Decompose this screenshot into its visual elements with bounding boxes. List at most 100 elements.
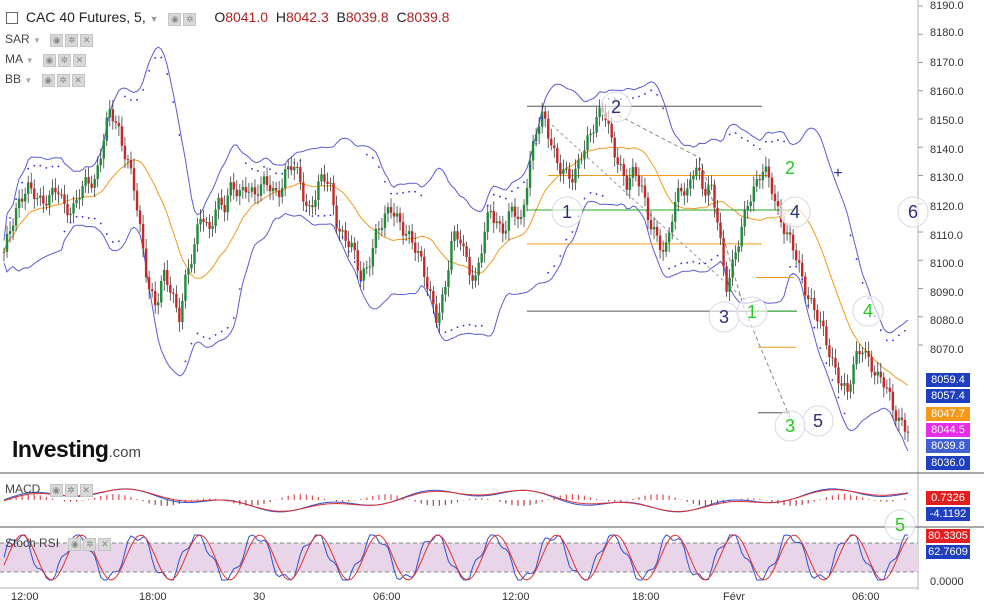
candle-body	[879, 371, 882, 378]
close-icon[interactable]: ✕	[79, 483, 93, 497]
sar-dot	[323, 214, 326, 217]
candle-body	[293, 166, 296, 171]
sar-dot	[371, 157, 374, 159]
candle-body	[311, 205, 314, 208]
sar-dot	[571, 231, 574, 233]
candle-body	[341, 230, 344, 232]
indicator-label: BB	[5, 72, 22, 86]
time-tick: 06:00	[852, 591, 880, 603]
chart-canvas[interactable]: 1 2 3 4 5 6 1 2 3 4 5 +	[0, 0, 984, 606]
candle-body	[87, 177, 90, 184]
close-icon[interactable]: ✕	[72, 53, 86, 67]
gear-icon[interactable]: ✲	[57, 53, 71, 67]
wave-label: 1	[747, 302, 757, 322]
sar-dot	[69, 221, 72, 224]
gear-icon[interactable]: ✲	[65, 33, 79, 47]
candle-body	[646, 197, 650, 221]
close-icon[interactable]: ✕	[71, 73, 85, 87]
candle-body	[17, 198, 21, 209]
candle-body	[664, 242, 668, 252]
sar-dot	[87, 217, 90, 219]
sar-dot	[184, 360, 187, 363]
candle-body	[199, 218, 202, 225]
sar-dot	[232, 317, 235, 319]
chevron-down-icon[interactable]: ▼	[33, 36, 41, 45]
eye-icon[interactable]: ◉	[41, 73, 55, 87]
candle-body	[123, 145, 127, 160]
sar-dot	[432, 299, 435, 302]
candle-body	[120, 126, 124, 146]
candle-body	[834, 358, 837, 368]
candle-body	[610, 123, 613, 138]
candle-body	[749, 201, 752, 207]
sar-dot	[474, 324, 477, 327]
symbol-dropdown-icon[interactable]: ▼	[150, 14, 159, 24]
candle-body	[93, 179, 96, 188]
gear-icon[interactable]: ✲	[83, 537, 97, 551]
eye-icon[interactable]: ◉	[68, 537, 82, 551]
symbol-title[interactable]: CAC 40 Futures, 5,	[26, 9, 146, 25]
sar-dot	[716, 254, 719, 257]
indicator-ma[interactable]: MA ▼ ◉ ✲ ✕	[5, 52, 88, 67]
candle-body	[78, 197, 81, 200]
candle-body	[846, 382, 849, 392]
close-icon[interactable]: ✕	[80, 33, 94, 47]
sar-dot	[202, 336, 205, 338]
sar-dot	[523, 181, 525, 184]
macd-value-tag: -4.1192	[926, 507, 970, 521]
sar-dot	[190, 342, 193, 345]
eye-icon[interactable]: ◉	[168, 13, 182, 27]
sar-dot	[498, 195, 501, 198]
sar-dot	[142, 88, 144, 91]
candle-body	[628, 177, 632, 190]
sar-dot	[105, 233, 108, 235]
price-tick: 8150.0	[930, 115, 964, 127]
stoch-panel-label[interactable]: Stoch RSI ◉ ✲ ✕	[5, 536, 113, 551]
sar-dot	[456, 326, 459, 329]
candle-body	[205, 221, 208, 223]
indicator-bb[interactable]: BB ▼ ◉ ✲ ✕	[5, 72, 87, 87]
candle-body	[782, 222, 786, 235]
eye-icon[interactable]: ◉	[50, 33, 64, 47]
eye-icon[interactable]: ◉	[42, 53, 56, 67]
candle-body	[223, 205, 226, 213]
candle-body	[356, 250, 359, 271]
sar-dot	[529, 165, 531, 168]
sar-dot	[861, 281, 864, 284]
sar-dot	[746, 139, 749, 142]
collapse-icon[interactable]	[6, 12, 18, 25]
sar-dot	[347, 250, 350, 253]
candle-body	[326, 181, 329, 184]
indicator-sar[interactable]: SAR ▼ ◉ ✲ ✕	[5, 32, 95, 47]
gear-icon[interactable]: ✲	[183, 13, 197, 27]
candle-body	[350, 242, 353, 248]
candle-body	[398, 213, 402, 223]
sar-dot	[656, 93, 658, 96]
sar-dot	[329, 214, 332, 217]
sar-dot	[317, 214, 320, 217]
sar-dot	[15, 198, 17, 201]
eye-icon[interactable]: ◉	[49, 483, 63, 497]
chevron-down-icon[interactable]: ▼	[26, 56, 34, 65]
gear-icon[interactable]: ✲	[64, 483, 78, 497]
sar-dot	[214, 333, 217, 336]
candle-body	[704, 188, 707, 196]
candle-body	[776, 201, 780, 207]
candle-body	[843, 382, 846, 386]
candle-body	[589, 133, 592, 136]
sar-dot	[299, 159, 302, 162]
candle-body	[477, 262, 480, 276]
sar-dot	[480, 324, 483, 327]
candle-body	[583, 150, 586, 160]
chevron-down-icon[interactable]: ▼	[24, 76, 32, 85]
candle-body	[256, 194, 260, 196]
candle-body	[701, 170, 704, 189]
sar-dot	[492, 193, 495, 196]
macd-panel-label[interactable]: MACD ◉ ✲ ✕	[5, 482, 95, 497]
close-icon[interactable]: ✕	[98, 537, 112, 551]
candle-body	[81, 185, 84, 198]
candle-body	[667, 232, 671, 243]
sar-dot	[504, 197, 507, 200]
time-tick: 12:00	[11, 591, 39, 603]
gear-icon[interactable]: ✲	[56, 73, 70, 87]
